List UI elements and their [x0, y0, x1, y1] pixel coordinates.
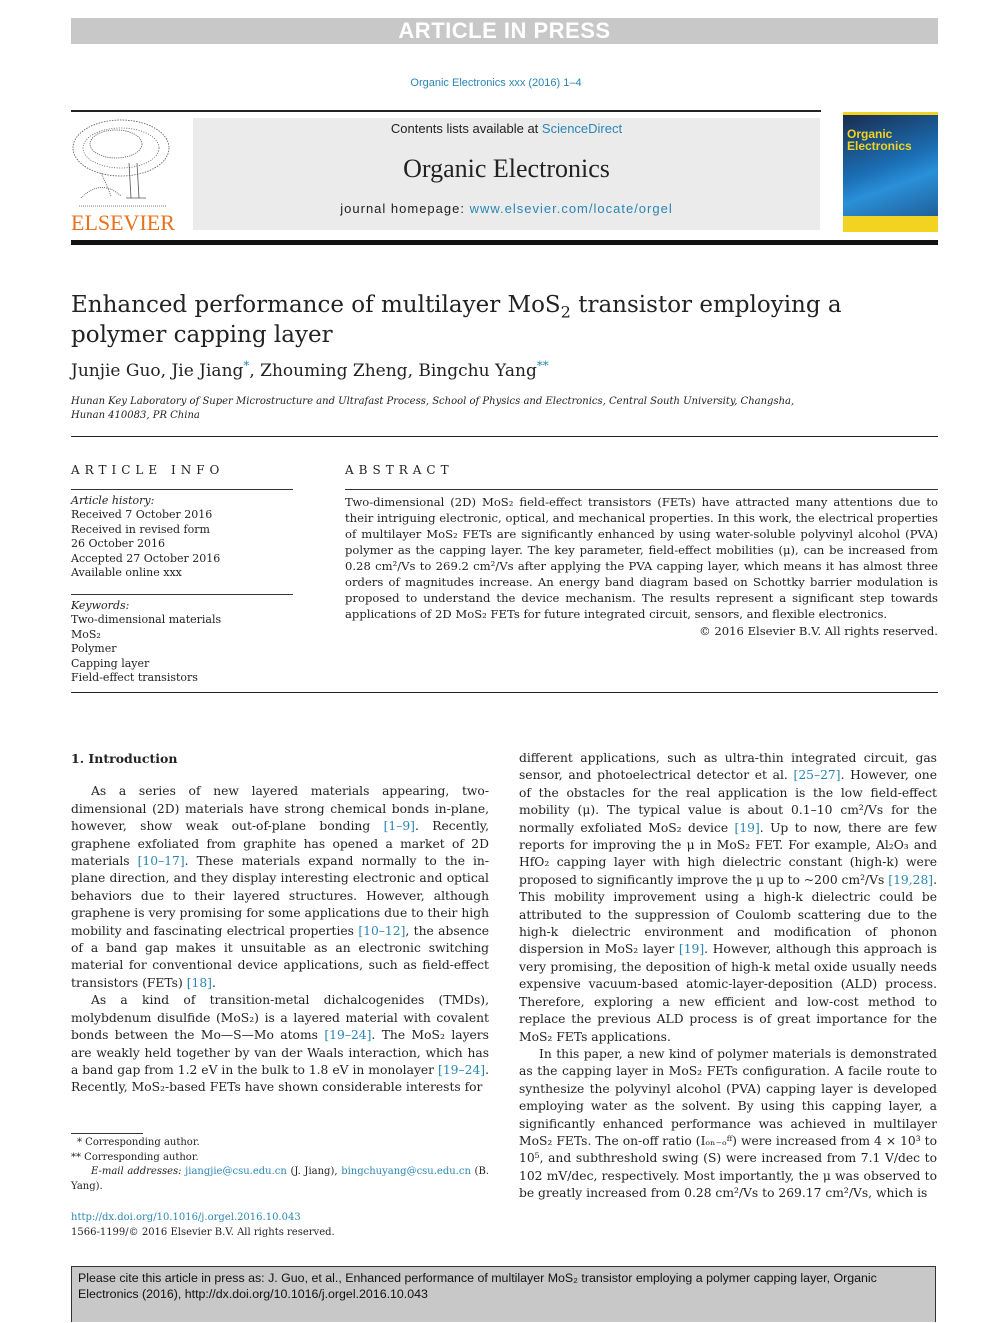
text-run: In this paper, a new kind of polymer mat…	[519, 1046, 937, 1201]
history-label: Article history:	[71, 494, 155, 507]
email-link[interactable]: bingchuyang@csu.edu.cn	[341, 1166, 471, 1177]
author[interactable]: Jie Jiang	[171, 361, 243, 381]
footnote-rule	[71, 1133, 143, 1134]
contents-line: Contents lists available at ScienceDirec…	[193, 121, 820, 136]
cover-top-bar	[843, 112, 938, 115]
text-run: . However, although this approach is ver…	[519, 942, 937, 1044]
abstract-heading: ABSTRACT	[345, 463, 454, 477]
contents-prefix: Contents lists available at	[390, 121, 542, 136]
citation-link[interactable]: [25–27]	[794, 768, 841, 782]
homepage-line: journal homepage: www.elsevier.com/locat…	[193, 201, 820, 216]
author[interactable]: Zhouming Zheng	[260, 361, 407, 381]
homepage-prefix: journal homepage:	[340, 201, 470, 216]
abstract: Two-dimensional (2D) MoS₂ field-effect t…	[345, 494, 938, 639]
journal-reference[interactable]: Organic Electronics xxx (2016) 1–4	[0, 77, 992, 89]
email-link[interactable]: jiangjie@csu.edu.cn	[185, 1166, 287, 1177]
citation-link[interactable]: [1–9]	[384, 819, 415, 833]
citation-link[interactable]: [19,28]	[888, 873, 933, 887]
footnote: ** Corresponding author.	[71, 1151, 199, 1163]
corresponding-mark[interactable]: *	[243, 358, 249, 372]
citation-link[interactable]: [19–24]	[438, 1063, 485, 1077]
journal-homepage-link[interactable]: www.elsevier.com/locate/orgel	[470, 201, 673, 216]
corresponding-mark[interactable]: **	[537, 358, 549, 372]
author[interactable]: Junjie Guo	[71, 361, 161, 381]
affiliation: Hunan Key Laboratory of Super Microstruc…	[71, 396, 795, 421]
doi-block: http://dx.doi.org/10.1016/j.orgel.2016.1…	[71, 1210, 335, 1240]
paragraph: different applications, such as ultra-th…	[519, 750, 937, 1046]
paragraph: As a kind of transition-metal dichalcoge…	[71, 992, 489, 1096]
body-column-left: 1. Introduction As a series of new layer…	[71, 750, 489, 1097]
citation-link[interactable]: [19]	[679, 942, 704, 956]
footnotes: * Corresponding author. ** Corresponding…	[71, 1136, 489, 1194]
keyword: Capping layer	[71, 656, 150, 670]
keywords: Keywords: Two-dimensional materials MoS₂…	[71, 599, 293, 685]
citation-link[interactable]: [18]	[187, 976, 212, 990]
history-item: Available online xxx	[71, 566, 182, 580]
journal-name: Organic Electronics	[403, 154, 610, 183]
journal-reference-link[interactable]: Organic Electronics xxx (2016) 1–4	[410, 77, 581, 89]
body-column-right: different applications, such as ultra-th…	[519, 750, 937, 1203]
title-part1: Enhanced performance of multilayer MoS	[71, 292, 561, 318]
article-title: Enhanced performance of multilayer MoS2 …	[71, 290, 931, 350]
paragraph: As a series of new layered materials app…	[71, 783, 489, 992]
article-info-heading: ARTICLE INFO	[71, 463, 225, 477]
email-owner: (J. Jiang),	[286, 1166, 342, 1177]
divider	[71, 436, 938, 437]
keyword: Field-effect transistors	[71, 671, 198, 685]
elsevier-wordmark: ELSEVIER	[71, 210, 175, 235]
history-item: 26 October 2016	[71, 537, 166, 551]
masthead-thick-rule	[71, 240, 938, 245]
paragraph: In this paper, a new kind of polymer mat…	[519, 1046, 937, 1203]
citation-link[interactable]: [10–12]	[358, 924, 405, 938]
header-rule	[71, 110, 821, 112]
history-item: Accepted 27 October 2016	[71, 551, 221, 565]
keyword: Two-dimensional materials	[71, 613, 222, 627]
title-subscript: 2	[560, 302, 571, 322]
history-item: Received 7 October 2016	[71, 508, 213, 522]
author[interactable]: Bingchu Yang	[418, 361, 536, 381]
issn-line: 1566-1199/© 2016 Elsevier B.V. All right…	[71, 1227, 335, 1238]
author-list: Junjie Guo, Jie Jiang*, Zhouming Zheng, …	[71, 358, 549, 381]
divider	[71, 692, 938, 693]
divider	[71, 594, 293, 595]
citation-link[interactable]: [10–17]	[138, 854, 185, 868]
journal-masthead: Contents lists available at ScienceDirec…	[193, 118, 820, 230]
divider	[71, 489, 293, 490]
elsevier-logo[interactable]: ELSEVIER	[71, 118, 191, 235]
citation-link[interactable]: [19]	[735, 821, 760, 835]
email-label: E-mail addresses:	[91, 1166, 186, 1177]
article-history: Article history: Received 7 October 2016…	[71, 494, 293, 580]
section-heading: 1. Introduction	[71, 751, 178, 766]
abstract-copyright: © 2016 Elsevier B.V. All rights reserved…	[699, 624, 938, 638]
doi-link[interactable]: http://dx.doi.org/10.1016/j.orgel.2016.1…	[71, 1212, 301, 1223]
cover-bottom-bar	[843, 216, 938, 232]
article-in-press-banner: ARTICLE IN PRESS	[71, 18, 938, 44]
keyword: Polymer	[71, 642, 117, 656]
citation-box: Please cite this article in press as: J.…	[71, 1266, 936, 1322]
text-run: .	[211, 975, 216, 990]
email-footnote: E-mail addresses: jiangjie@csu.edu.cn (J…	[71, 1165, 489, 1194]
elsevier-tree-icon	[72, 119, 170, 207]
cover-title-line2: Electronics	[847, 139, 912, 153]
abstract-text: Two-dimensional (2D) MoS₂ field-effect t…	[345, 495, 938, 621]
keyword: MoS₂	[71, 627, 101, 641]
footnote: * Corresponding author.	[77, 1137, 200, 1148]
cover-title: Organic Electronics	[847, 128, 912, 152]
journal-cover-image[interactable]: Organic Electronics	[843, 112, 938, 232]
divider	[345, 489, 938, 490]
history-item: Received in revised form	[71, 522, 210, 536]
sciencedirect-link[interactable]: ScienceDirect	[542, 121, 622, 136]
keywords-label: Keywords:	[71, 599, 130, 612]
citation-link[interactable]: [19–24]	[324, 1028, 371, 1042]
